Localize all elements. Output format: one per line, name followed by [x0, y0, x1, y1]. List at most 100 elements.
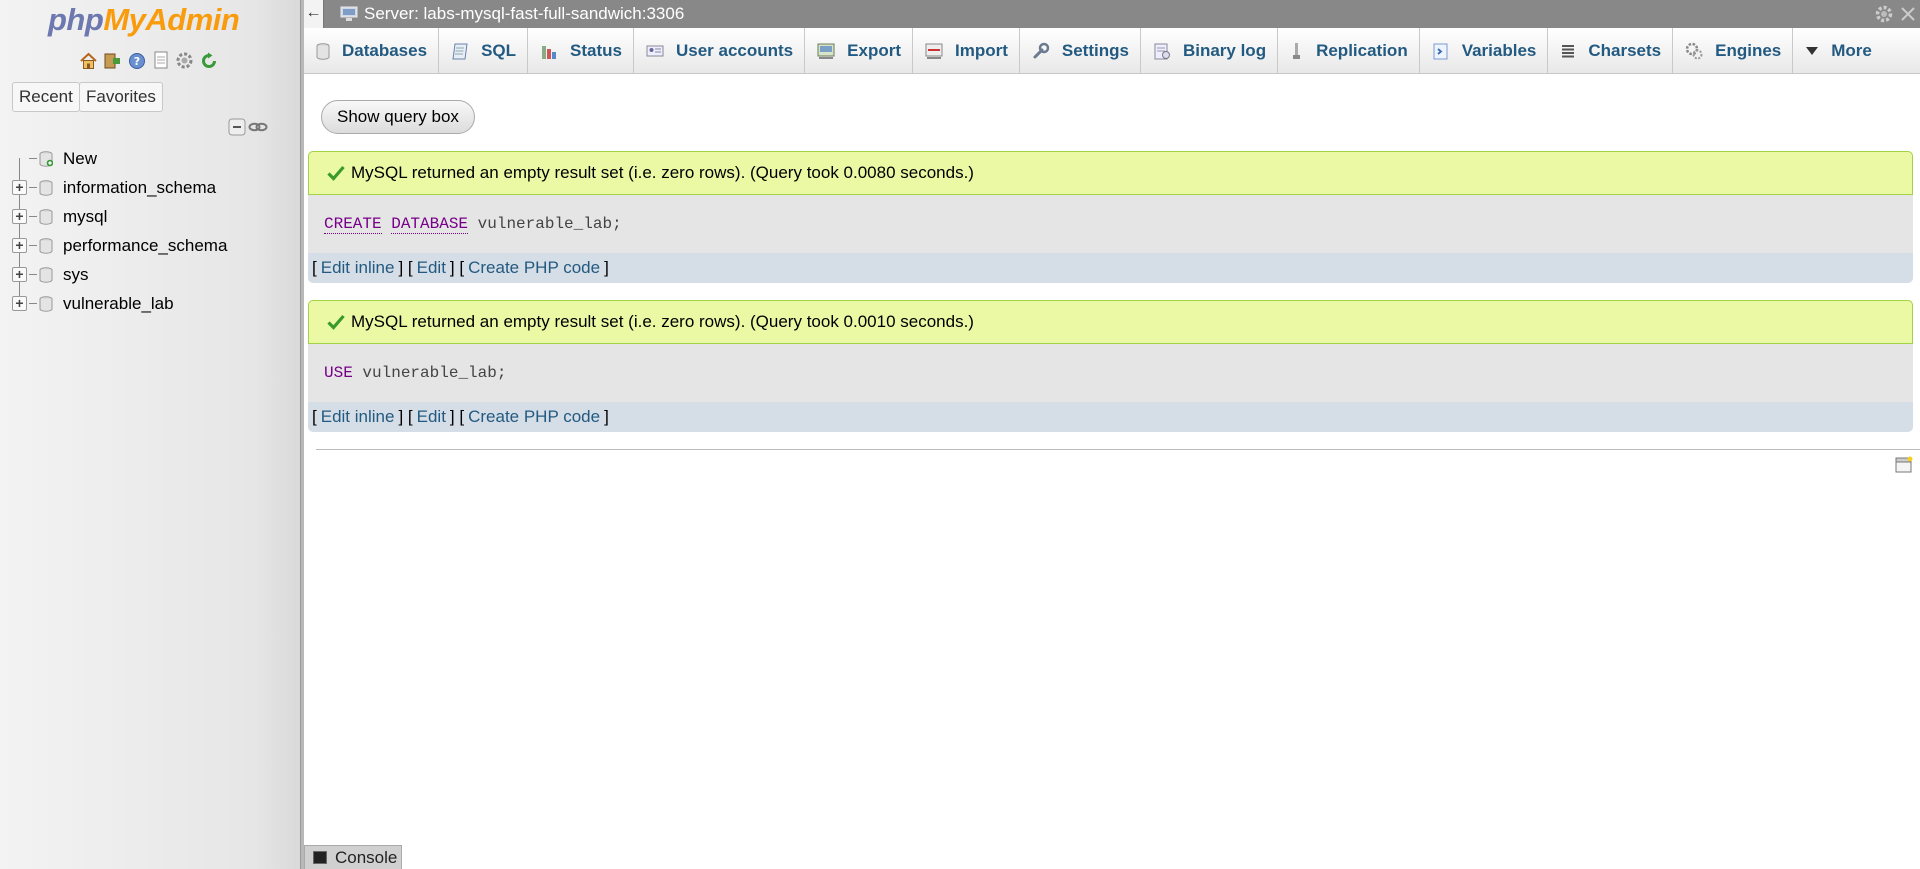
new-database-icon	[39, 150, 53, 167]
charsets-icon	[1562, 45, 1575, 58]
tab-label: Settings	[1061, 41, 1129, 60]
success-message: MySQL returned an empty result set (i.e.…	[308, 300, 1913, 344]
tab-databases[interactable]: Databases	[304, 28, 440, 73]
main-content: Show query box MySQL returned an empty r…	[304, 75, 1920, 869]
recent-button[interactable]: Recent	[12, 82, 80, 112]
create-php-code-link[interactable]: Create PHP code	[468, 407, 600, 427]
sql-identifier: vulnerable_lab;	[477, 215, 622, 233]
svg-text:?: ?	[133, 55, 139, 68]
expand-icon[interactable]: +	[12, 238, 27, 253]
tree-item-label[interactable]: mysql	[63, 207, 107, 227]
checkmark-icon	[327, 314, 345, 330]
tree-item-performance-schema[interactable]: + performance_schema	[12, 231, 227, 260]
phpmyadmin-logo[interactable]: phpMyAdmin	[48, 2, 240, 38]
tab-label: Engines	[1715, 41, 1782, 60]
help-icon[interactable]: ?	[126, 50, 147, 71]
tree-item-new[interactable]: New	[12, 144, 227, 173]
sql-keyword[interactable]: CREATE	[324, 215, 382, 234]
server-menu-tabs: Databases SQL Status User accounts Expor…	[304, 28, 1920, 74]
tab-label: SQL	[481, 41, 517, 60]
binary-log-icon	[1154, 43, 1170, 59]
show-query-box-button[interactable]: Show query box	[321, 100, 475, 134]
tree-item-information-schema[interactable]: + information_schema	[12, 173, 227, 202]
tree-item-sys[interactable]: + sys	[12, 260, 227, 289]
tab-status[interactable]: Status	[528, 28, 634, 73]
status-icon	[542, 45, 557, 59]
gear-icon[interactable]	[1874, 4, 1894, 29]
database-icon	[39, 266, 53, 283]
close-icon[interactable]	[1900, 4, 1916, 29]
tab-label: Charsets	[1588, 41, 1662, 60]
tab-charsets[interactable]: Charsets	[1548, 28, 1674, 73]
success-text: MySQL returned an empty result set (i.e.…	[351, 163, 974, 182]
quick-links: ?	[78, 50, 219, 71]
tree-item-mysql[interactable]: + mysql	[12, 202, 227, 231]
docs-icon[interactable]	[150, 50, 171, 71]
page-settings-icon[interactable]	[1894, 455, 1914, 480]
tab-export[interactable]: Export	[805, 28, 913, 73]
expand-icon[interactable]: +	[12, 267, 27, 282]
expand-icon[interactable]: +	[12, 209, 27, 224]
tab-user-accounts[interactable]: User accounts	[634, 28, 806, 73]
server-breadcrumb-bar: ← Server: labs-mysql-fast-full-sandwich:…	[304, 0, 1920, 28]
edit-inline-link[interactable]: Edit inline	[321, 407, 395, 427]
server-link[interactable]: Server: labs-mysql-fast-full-sandwich:33…	[364, 4, 684, 24]
tab-sql[interactable]: SQL	[439, 28, 529, 73]
tab-label: Replication	[1316, 41, 1408, 60]
expand-icon[interactable]: +	[12, 180, 27, 195]
tab-engines[interactable]: Engines	[1673, 28, 1794, 73]
tree-item-label: New	[63, 148, 98, 168]
server-icon	[340, 6, 358, 21]
console-label: Console	[335, 847, 398, 867]
exit-icon[interactable]	[102, 50, 123, 71]
expand-icon[interactable]: +	[12, 296, 27, 311]
tab-label: More	[1831, 41, 1872, 60]
tree-item-label[interactable]: information_schema	[63, 178, 216, 198]
tab-label: Binary log	[1182, 41, 1267, 60]
settings-icon[interactable]	[174, 50, 195, 71]
logo-php-text: php	[48, 2, 104, 37]
create-php-code-link[interactable]: Create PHP code	[468, 258, 600, 278]
success-message: MySQL returned an empty result set (i.e.…	[308, 151, 1913, 195]
reload-icon[interactable]	[198, 50, 219, 71]
home-icon[interactable]	[78, 50, 99, 71]
link-with-main-panel-icon[interactable]	[248, 118, 268, 141]
tab-replication[interactable]: Replication	[1278, 28, 1420, 73]
edit-link[interactable]: Edit	[417, 258, 446, 278]
success-text: MySQL returned an empty result set (i.e.…	[351, 312, 974, 331]
import-icon	[925, 43, 943, 59]
replication-icon	[1293, 43, 1301, 59]
tree-item-label[interactable]: performance_schema	[63, 236, 227, 256]
checkmark-icon	[327, 165, 345, 181]
sql-keyword[interactable]: DATABASE	[391, 215, 469, 234]
database-icon	[39, 295, 53, 312]
favorites-button[interactable]: Favorites	[79, 82, 163, 112]
console-icon	[313, 851, 327, 864]
collapse-all-icon[interactable]	[228, 118, 246, 141]
query-result-1: MySQL returned an empty result set (i.e.…	[308, 151, 1913, 283]
tree-item-vulnerable-lab[interactable]: + vulnerable_lab	[12, 289, 227, 318]
edit-link[interactable]: Edit	[417, 407, 446, 427]
database-tree: New + information_schema + mysql + perfo…	[12, 144, 227, 318]
variables-icon	[1433, 43, 1448, 59]
tab-label: Databases	[342, 41, 428, 60]
tree-item-label[interactable]: sys	[63, 265, 89, 285]
sql-keyword: USE	[324, 364, 353, 382]
tab-more[interactable]: More	[1793, 28, 1883, 73]
tab-import[interactable]: Import	[913, 28, 1020, 73]
database-icon	[39, 208, 53, 225]
tree-item-label[interactable]: vulnerable_lab	[63, 294, 174, 314]
console-toggle[interactable]: Console	[304, 845, 402, 869]
tab-label: User accounts	[675, 41, 794, 60]
tab-binary-log[interactable]: Binary log	[1141, 28, 1279, 73]
tab-variables[interactable]: Variables	[1420, 28, 1549, 73]
tab-settings[interactable]: Settings	[1020, 28, 1141, 73]
sql-query-code: USE vulnerable_lab;	[308, 344, 1913, 402]
collapse-sidebar-button[interactable]: ←	[304, 0, 324, 28]
edit-inline-link[interactable]: Edit inline	[321, 258, 395, 278]
navigation-panel: phpMyAdmin ? Recent Favorites New + info…	[0, 0, 300, 869]
sql-query-code: CREATE DATABASE vulnerable_lab;	[308, 195, 1913, 253]
database-icon	[39, 179, 53, 196]
tree-controls	[228, 118, 268, 141]
tab-label: Variables	[1461, 41, 1537, 60]
